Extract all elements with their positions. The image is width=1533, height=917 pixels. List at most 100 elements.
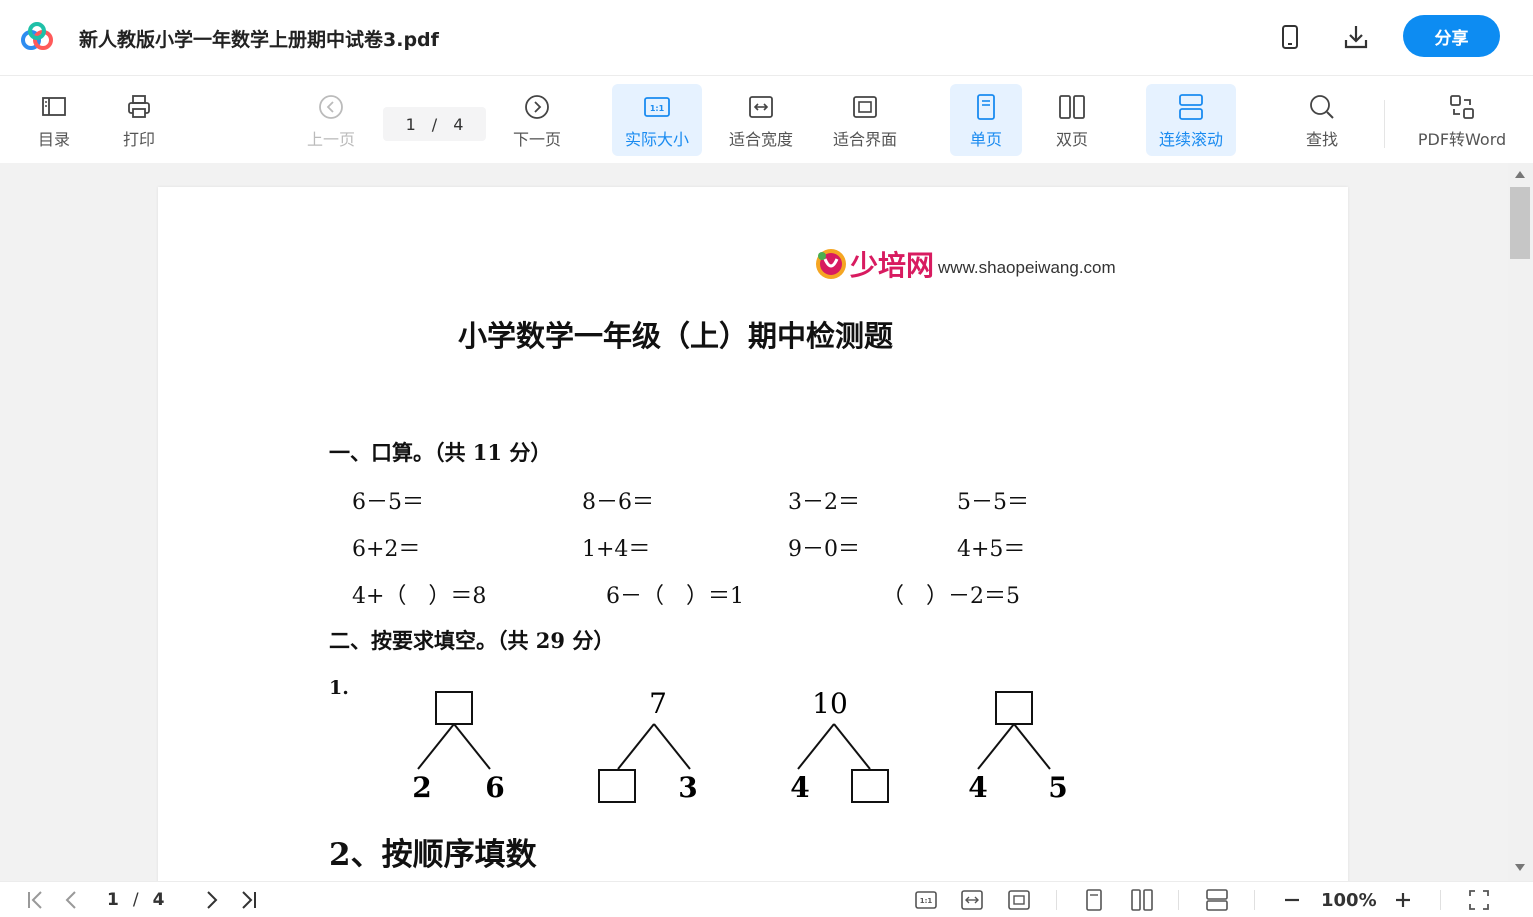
section-heading: 一、口算。（共 11 分） <box>329 440 552 465</box>
vertical-scrollbar[interactable] <box>1508 163 1533 881</box>
next-page-label: 下一页 <box>512 130 561 149</box>
equation: 4+（ ）＝8 <box>352 584 487 609</box>
double-page-label: 双页 <box>1055 130 1088 149</box>
bond-right: 6 <box>485 771 504 804</box>
fit-width-icon <box>749 96 773 118</box>
bond-left: 4 <box>968 771 987 804</box>
single-page-icon <box>977 94 995 120</box>
prev-page-label: 上一页 <box>306 130 355 149</box>
exam-title: 小学数学一年级（上）期中检测题 <box>458 319 894 353</box>
equation: 8－6＝ <box>582 490 654 515</box>
download-icon[interactable] <box>1341 22 1371 52</box>
convert-icon <box>1450 95 1474 119</box>
equation: 6+2＝ <box>352 537 421 562</box>
double-page-icon[interactable] <box>1130 889 1154 911</box>
fit-page-label: 适合界面 <box>832 130 897 149</box>
scroll-up-arrow-icon[interactable] <box>1515 171 1525 178</box>
first-page-icon[interactable] <box>24 889 48 911</box>
fullscreen-icon[interactable] <box>1467 889 1491 911</box>
actual-size-icon[interactable]: 1:1 <box>914 889 938 911</box>
equation: 4+5＝ <box>957 537 1026 562</box>
bottom-page-indicator[interactable]: 1 / 4 <box>107 890 164 910</box>
single-page-label: 单页 <box>969 130 1002 149</box>
continuous-scroll-icon[interactable] <box>1205 889 1229 911</box>
search-button[interactable]: 查找 <box>1296 84 1348 156</box>
bottom-bar: 1 / 4 1:1 100% <box>0 881 1533 917</box>
brand-url: www.shaopeiwang.com <box>938 258 1116 277</box>
continuous-scroll-icon <box>1179 94 1203 120</box>
bottom-total-pages: 4 <box>152 890 165 910</box>
toc-icon <box>42 97 66 116</box>
chevron-left-circle-icon <box>319 95 343 119</box>
actual-size-icon: 1:1 <box>644 97 670 117</box>
next-page-button[interactable]: 下一页 <box>506 84 568 156</box>
svg-text:1:1: 1:1 <box>650 104 665 113</box>
pdf-to-word-label: PDF转Word <box>1417 130 1507 149</box>
section-heading: 二、按要求填空。（共 29 分） <box>329 628 615 653</box>
scroll-down-arrow-icon[interactable] <box>1515 864 1525 871</box>
single-page-button[interactable]: 单页 <box>950 84 1022 156</box>
print-icon <box>128 95 150 118</box>
print-label: 打印 <box>122 130 155 149</box>
bottom-divider <box>1178 890 1179 910</box>
search-icon <box>1310 95 1334 119</box>
document-viewer[interactable]: 少培网 www.shaopeiwang.com 小学数学一年级（上）期中检测题 … <box>0 163 1533 881</box>
fit-width-button[interactable]: 适合宽度 <box>720 84 802 156</box>
mobile-icon[interactable] <box>1275 22 1305 52</box>
double-page-button[interactable]: 双页 <box>1036 84 1108 156</box>
single-page-icon[interactable] <box>1082 889 1106 911</box>
prev-page-icon[interactable] <box>60 889 84 911</box>
brand-watermark: 少培网 www.shaopeiwang.com <box>814 244 1116 284</box>
number-bond-2: 7 3 <box>598 687 698 804</box>
bottom-divider <box>1056 890 1057 910</box>
continuous-scroll-label: 连续滚动 <box>1158 130 1223 149</box>
number-bond-4: 4 5 <box>968 691 1068 804</box>
fit-page-icon <box>853 96 877 118</box>
bottom-divider <box>1440 890 1441 910</box>
bond-top: 10 <box>812 687 848 720</box>
next-page-icon[interactable] <box>199 889 223 911</box>
fit-page-button[interactable]: 适合界面 <box>824 84 906 156</box>
share-button[interactable]: 分享 <box>1403 15 1500 57</box>
bottom-page-separator: / <box>132 890 139 910</box>
number-bond-1: 2 6 <box>412 691 505 804</box>
zoom-level: 100% <box>1321 890 1377 911</box>
search-label: 查找 <box>1305 130 1338 149</box>
number-bond-diagrams: 2 6 7 3 10 4 4 5 <box>412 687 1068 804</box>
scroll-thumb[interactable] <box>1510 187 1530 259</box>
pdf-to-word-button[interactable]: PDF转Word <box>1410 84 1514 156</box>
zoom-in-icon[interactable] <box>1391 889 1415 911</box>
page-number-input[interactable]: 1 / 4 <box>383 107 486 141</box>
toc-button[interactable]: 目录 <box>30 84 78 156</box>
prev-page-button[interactable]: 上一页 <box>300 84 362 156</box>
double-page-icon <box>1059 95 1085 119</box>
bottom-divider <box>1254 890 1255 910</box>
bond-right: 5 <box>1048 771 1067 804</box>
bond-left: 4 <box>790 771 809 804</box>
svg-text:1:1: 1:1 <box>920 897 933 905</box>
actual-size-button[interactable]: 1:1 实际大小 <box>612 84 702 156</box>
last-page-icon[interactable] <box>236 889 260 911</box>
bond-top: 7 <box>649 687 667 720</box>
equation: 6－（ ）＝1 <box>606 584 744 609</box>
number-bond-3: 10 4 <box>790 687 889 804</box>
brand-name: 少培网 <box>850 249 935 282</box>
fit-width-icon[interactable] <box>960 889 984 911</box>
current-page: 1 <box>405 114 416 134</box>
toc-label: 目录 <box>37 130 70 149</box>
app-logo-icon[interactable] <box>18 22 56 52</box>
continuous-scroll-button[interactable]: 连续滚动 <box>1146 84 1236 156</box>
document-title: 新人教版小学一年数学上册期中试卷3.pdf <box>79 29 439 51</box>
bottom-current-page: 1 <box>107 890 119 910</box>
chevron-right-circle-icon <box>525 95 549 119</box>
toolbar: 目录 打印 上一页 1 / 4 下一页 1:1 实际大小 适合宽度 适合界面 单… <box>0 77 1533 163</box>
equation: 6－5＝ <box>352 490 424 515</box>
equation: 9－0＝ <box>788 537 860 562</box>
bond-right: 3 <box>678 771 697 804</box>
fit-width-label: 适合宽度 <box>728 130 793 149</box>
equation: 5－5＝ <box>957 490 1029 515</box>
fit-page-icon[interactable] <box>1007 889 1031 911</box>
pdf-page: 少培网 www.shaopeiwang.com 小学数学一年级（上）期中检测题 … <box>158 187 1348 881</box>
zoom-out-icon[interactable] <box>1280 889 1304 911</box>
print-button[interactable]: 打印 <box>115 84 163 156</box>
